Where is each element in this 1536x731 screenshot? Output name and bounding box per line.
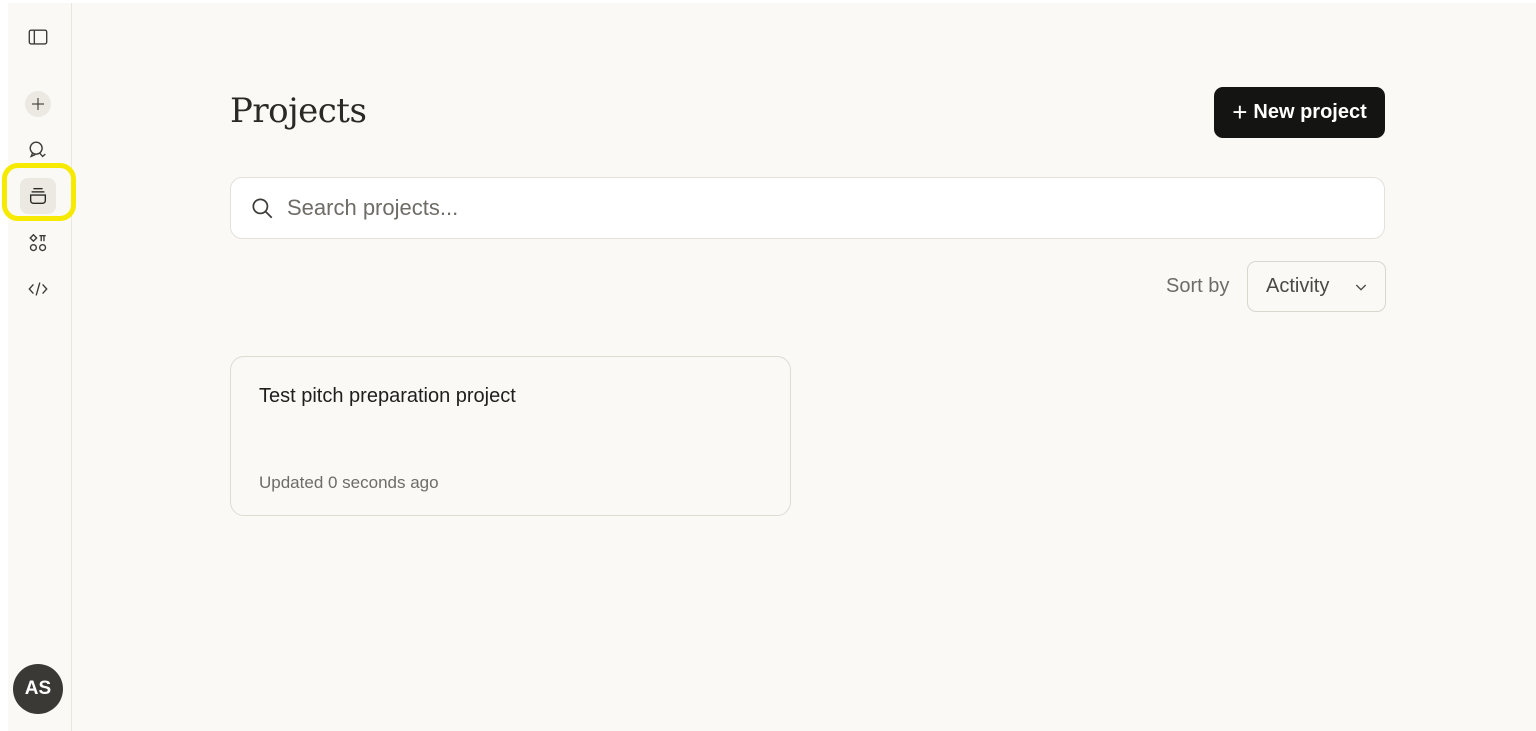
chat-bubbles-icon [29, 141, 46, 158]
page-title: Projects [230, 91, 367, 131]
avatar[interactable]: AS [13, 664, 63, 714]
new-chat-button[interactable] [22, 88, 54, 120]
project-card-title: Test pitch preparation project [259, 385, 516, 407]
new-project-button[interactable]: + New project [1214, 87, 1385, 138]
sort-by-label: Sort by [1166, 275, 1230, 297]
new-chat-circle [25, 91, 51, 117]
app-window: AS Projects + New project Sort by Activi… [2, 3, 1536, 731]
sidebar: AS [2, 3, 76, 731]
sidebar-toggle-icon [28, 29, 48, 45]
code-icon [28, 282, 48, 296]
sort-selected-value: Activity [1266, 275, 1330, 297]
sidebar-toggle-button[interactable] [22, 21, 54, 53]
project-card-updated: Updated 0 seconds ago [259, 473, 439, 492]
search-bar [230, 177, 1385, 239]
plus-icon: + [1232, 96, 1248, 127]
sidebar-item-projects[interactable] [20, 178, 56, 214]
search-input[interactable] [287, 195, 1367, 221]
search-icon [252, 198, 273, 219]
sidebar-item-chats[interactable] [22, 134, 54, 166]
shapes-icon [29, 233, 47, 252]
new-project-label: New project [1253, 101, 1367, 123]
sidebar-item-artifacts[interactable] [22, 227, 54, 259]
plus-icon [32, 98, 44, 110]
project-card[interactable]: Test pitch preparation project Updated 0… [230, 356, 791, 516]
sort-dropdown[interactable]: Activity [1247, 261, 1386, 312]
projects-stack-icon [29, 187, 47, 205]
chevron-down-icon [1355, 284, 1367, 291]
screen: AS Projects + New project Sort by Activi… [0, 0, 1536, 731]
sidebar-item-code[interactable] [22, 273, 54, 305]
